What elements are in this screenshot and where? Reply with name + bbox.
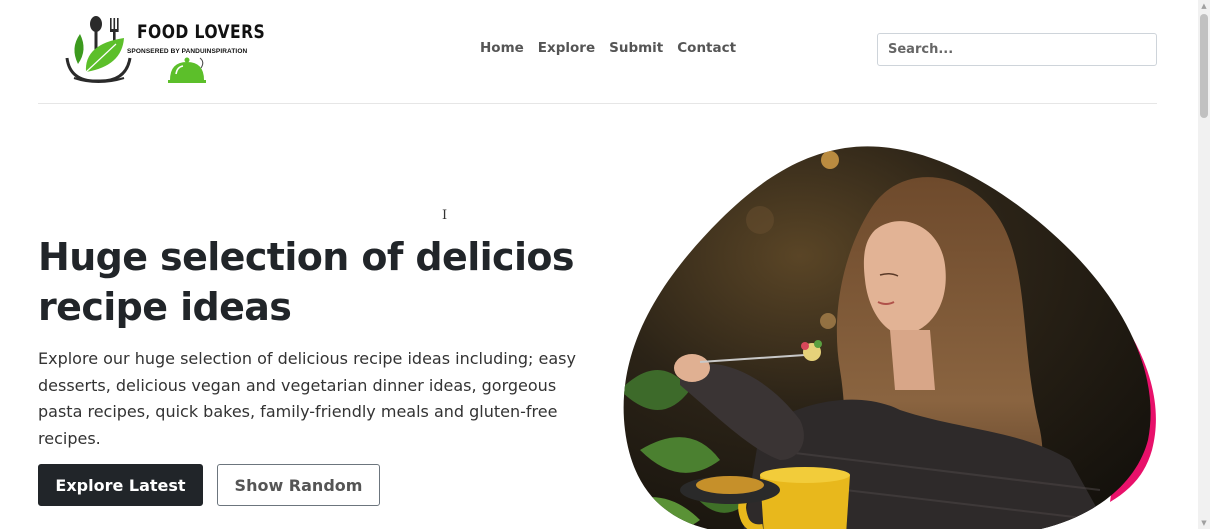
- text-cursor-icon: I: [442, 208, 448, 223]
- main-nav: Home Explore Submit Contact: [480, 40, 750, 56]
- page-scrollbar[interactable]: ▲ ▼: [1198, 0, 1210, 529]
- brand-name: FOOD LOVERS: [137, 21, 266, 43]
- cloche-icon: [168, 57, 206, 83]
- scroll-up-icon[interactable]: ▲: [1200, 2, 1208, 10]
- explore-latest-button[interactable]: Explore Latest: [38, 464, 203, 506]
- hero-description: Explore our huge selection of delicious …: [38, 349, 576, 448]
- nav-link-submit[interactable]: Submit: [609, 40, 663, 56]
- show-random-button[interactable]: Show Random: [217, 464, 380, 506]
- scroll-thumb[interactable]: [1200, 14, 1208, 118]
- nav-link-explore[interactable]: Explore: [538, 40, 595, 56]
- brand-tagline: SPONSERED BY PANDUINSPIRATION: [127, 48, 248, 55]
- scroll-down-icon[interactable]: ▼: [1200, 519, 1208, 527]
- hero-title: Huge selection of delicios recipe ideas: [38, 235, 575, 329]
- page: FOOD LOVERS SPONSERED BY PANDUINSPIRATIO…: [0, 0, 1198, 529]
- woman-eating-pasta-photo: [623, 146, 1156, 529]
- nav-link-contact[interactable]: Contact: [677, 40, 736, 56]
- search-input[interactable]: [877, 33, 1157, 66]
- nav-link-home[interactable]: Home: [480, 40, 524, 56]
- header-divider: [38, 103, 1157, 104]
- site-logo[interactable]: FOOD LOVERS SPONSERED BY PANDUINSPIRATIO…: [64, 14, 265, 86]
